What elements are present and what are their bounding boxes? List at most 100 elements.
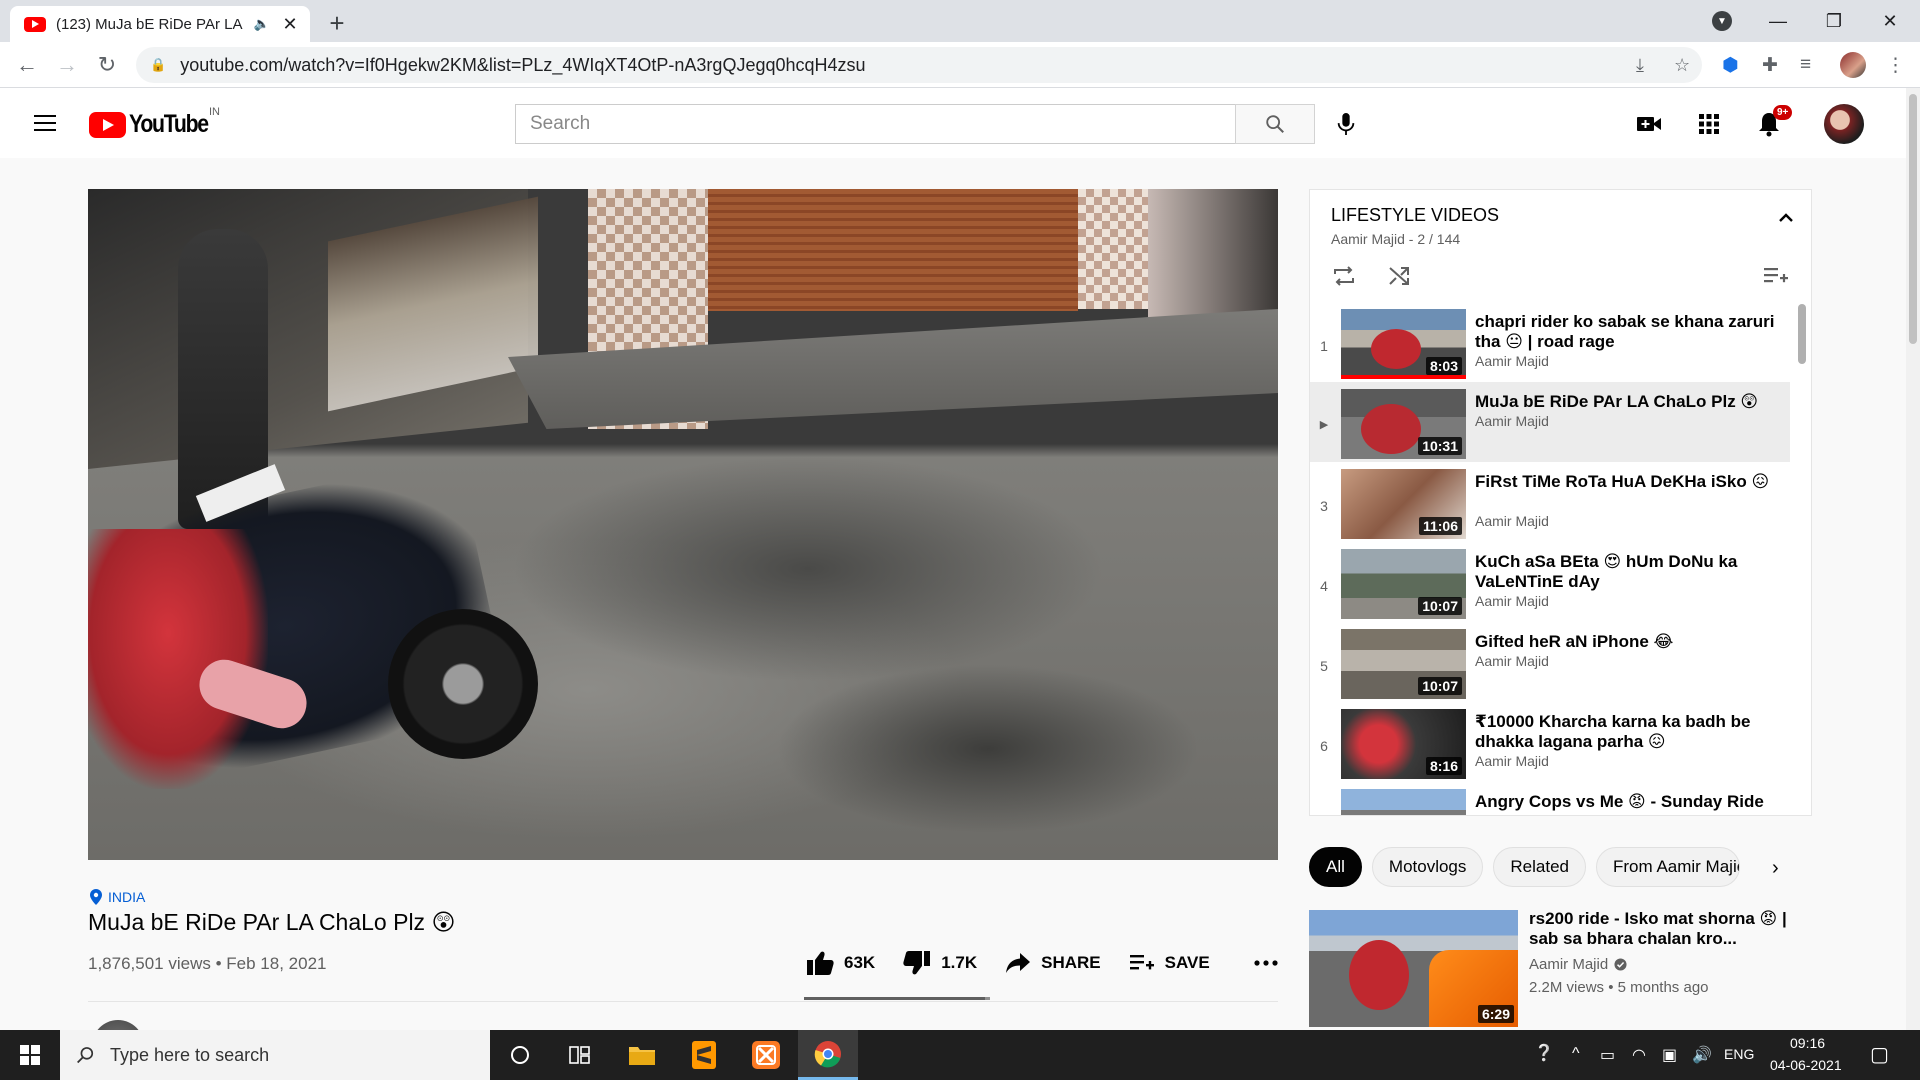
save-button[interactable]: SAVE (1129, 952, 1210, 974)
video-duration: 8:03 (1425, 357, 1462, 375)
youtube-logo[interactable]: YouTube IN (89, 106, 222, 139)
playlist-item[interactable]: 5 10:07 Gifted heR aN iPhone 😂 Aamir Maj… (1310, 622, 1790, 702)
tab-search-icon[interactable]: ▼ (1712, 11, 1732, 31)
extensions-puzzle-icon[interactable]: ✚ (1762, 54, 1778, 77)
minimize-button[interactable]: — (1750, 0, 1806, 42)
playlist-item-title[interactable]: chapri rider ko sabak se khana zaruri th… (1475, 312, 1775, 352)
playlist-thumbnail[interactable]: 11:06 (1341, 469, 1466, 539)
chip-all[interactable]: All (1309, 847, 1362, 887)
page-scrollbar-thumb[interactable] (1909, 94, 1917, 344)
playlist-item-title[interactable]: MuJa bE RiDe PAr LA ChaLo Plz 😲 (1475, 392, 1775, 412)
page-scrollbar[interactable] (1906, 88, 1920, 1030)
bookmark-star-icon[interactable]: ☆ (1674, 55, 1690, 76)
url-text[interactable]: youtube.com/watch?v=If0Hgekw2KM&list=PLz… (180, 55, 865, 76)
playlist-item-title[interactable]: KuCh aSa BEta 😍 hUm DoNu ka VaLeNTinE dA… (1475, 552, 1775, 592)
volume-icon[interactable]: 🔊 (1692, 1045, 1712, 1065)
playlist-item-channel: Aamir Majid (1475, 653, 1549, 669)
cortana-button[interactable] (490, 1030, 550, 1080)
account-avatar[interactable] (1824, 104, 1864, 144)
clock-date[interactable]: 04-06-2021 (1770, 1057, 1842, 1073)
browser-tab[interactable]: (123) MuJa bE RiDe PAr LA C 🔈 ✕ (10, 6, 310, 42)
guide-menu-icon[interactable] (34, 115, 56, 136)
input-language[interactable]: ENG (1724, 1046, 1754, 1062)
forward-icon[interactable]: → (52, 50, 82, 80)
playlist-title[interactable]: LIFESTYLE VIDEOS (1331, 205, 1499, 226)
related-channel-name[interactable]: Aamir Majid (1529, 956, 1608, 973)
close-window-button[interactable]: ✕ (1862, 0, 1918, 42)
playlist-thumbnail[interactable]: 8:03 (1341, 309, 1466, 379)
apps-button[interactable] (1693, 108, 1725, 140)
save-playlist-button[interactable] (1762, 262, 1790, 290)
like-button[interactable]: 63K (806, 950, 875, 976)
loop-playlist-button[interactable] (1330, 262, 1358, 290)
playlist-item-title[interactable]: Gifted heR aN iPhone 😂 (1475, 632, 1775, 652)
playlist-item-channel: Aamir Majid (1475, 753, 1549, 769)
help-icon[interactable]: ❔ (1534, 1043, 1554, 1063)
country-code: IN (209, 106, 220, 118)
playlist-item-title[interactable]: FiRst TiMe RoTa HuA DeKHa iSko 😖 (1475, 472, 1775, 492)
extension-icon[interactable]: ⬢ (1722, 54, 1739, 77)
new-tab-button[interactable]: + (322, 8, 352, 39)
create-video-button[interactable] (1633, 108, 1665, 140)
playlist-item[interactable]: 6 8:16 ₹10000 Kharcha karna ka badh be d… (1310, 702, 1790, 782)
start-button[interactable] (0, 1030, 60, 1080)
playlist-thumbnail[interactable] (1341, 789, 1466, 815)
playlist-item[interactable]: 3 11:06 FiRst TiMe RoTa HuA DeKHa iSko 😖… (1310, 462, 1790, 542)
playlist-item-title[interactable]: Angry Cops vs Me 😡 - Sunday Ride (1475, 792, 1775, 812)
dislike-button[interactable]: 1.7K (903, 950, 977, 976)
notification-center-icon[interactable]: ▢ (1870, 1042, 1889, 1067)
lock-icon[interactable]: 🔒 (150, 57, 166, 73)
xampp-button[interactable] (736, 1030, 796, 1080)
playlist-item-title[interactable]: ₹10000 Kharcha karna ka badh be dhakka l… (1475, 712, 1775, 752)
playlist-thumbnail[interactable]: 10:07 (1341, 549, 1466, 619)
playlist-item-index: 6 (1320, 738, 1328, 754)
playlist-item[interactable]: Angry Cops vs Me 😡 - Sunday Ride (1310, 782, 1790, 815)
file-explorer-button[interactable] (612, 1030, 672, 1080)
wifi-icon[interactable]: ◠ (1632, 1045, 1646, 1065)
install-app-icon[interactable]: ⤓ (1636, 55, 1644, 76)
playlist-thumbnail[interactable]: 8:16 (1341, 709, 1466, 779)
playlist-scrollbar[interactable] (1798, 304, 1806, 364)
chrome-menu-icon[interactable]: ⋮ (1886, 54, 1905, 77)
playlist-item[interactable]: 1 8:03 chapri rider ko sabak se khana za… (1310, 302, 1790, 382)
chevron-right-icon[interactable]: › (1772, 857, 1779, 880)
close-tab-icon[interactable]: ✕ (280, 14, 300, 35)
more-actions-button[interactable] (1254, 960, 1278, 966)
video-camera-icon (1637, 117, 1661, 131)
location-label[interactable]: INDIA (108, 889, 145, 905)
shuffle-playlist-button[interactable] (1385, 262, 1413, 290)
back-icon[interactable]: ← (12, 50, 42, 80)
taskbar-search-box[interactable]: Type here to search (60, 1030, 490, 1080)
reload-icon[interactable]: ↻ (92, 50, 122, 80)
chip-motovlogs[interactable]: Motovlogs (1371, 847, 1484, 887)
search-input[interactable]: Search (515, 104, 1236, 144)
media-control-icon[interactable]: ≡ (1800, 54, 1811, 76)
playlist-thumbnail[interactable]: 10:31 (1341, 389, 1466, 459)
search-button[interactable] (1235, 104, 1315, 144)
chrome-taskbar-button[interactable] (798, 1030, 858, 1080)
video-player[interactable] (88, 189, 1278, 860)
share-button[interactable]: SHARE (1005, 952, 1101, 974)
collapse-playlist-button[interactable] (1778, 210, 1794, 228)
audio-playing-icon[interactable]: 🔈 (254, 16, 270, 32)
chip-related[interactable]: Related (1493, 847, 1586, 887)
playlist-item-current[interactable]: ▶ 10:31 MuJa bE RiDe PAr LA ChaLo Plz 😲 … (1310, 382, 1790, 462)
taskbar-search-placeholder[interactable]: Type here to search (110, 1045, 269, 1066)
address-bar[interactable]: 🔒 youtube.com/watch?v=If0Hgekw2KM&list=P… (136, 47, 1702, 83)
voice-search-button[interactable] (1330, 108, 1362, 140)
task-view-button[interactable] (550, 1030, 610, 1080)
location-tag[interactable]: INDIA (90, 889, 145, 905)
show-hidden-icons-icon[interactable]: ^ (1572, 1045, 1580, 1063)
restore-button[interactable]: ❐ (1806, 0, 1862, 42)
battery-icon[interactable]: ▭ (1600, 1045, 1615, 1065)
sublime-text-button[interactable] (674, 1030, 734, 1080)
playlist-thumbnail[interactable]: 10:07 (1341, 629, 1466, 699)
related-video-thumbnail[interactable]: 6:29 (1309, 910, 1518, 1027)
network-status-icon[interactable]: ▣ (1662, 1045, 1677, 1065)
profile-avatar[interactable] (1840, 52, 1866, 78)
playlist-item[interactable]: 4 10:07 KuCh aSa BEta 😍 hUm DoNu ka VaLe… (1310, 542, 1790, 622)
related-video-title[interactable]: rs200 ride - Isko mat shorna 😡 | sab sa … (1529, 909, 1789, 949)
chip-from-channel[interactable]: From Aamir Majid (1596, 847, 1740, 887)
related-video-channel[interactable]: Aamir Majid (1529, 956, 1627, 973)
clock-time[interactable]: 09:16 (1790, 1035, 1825, 1051)
